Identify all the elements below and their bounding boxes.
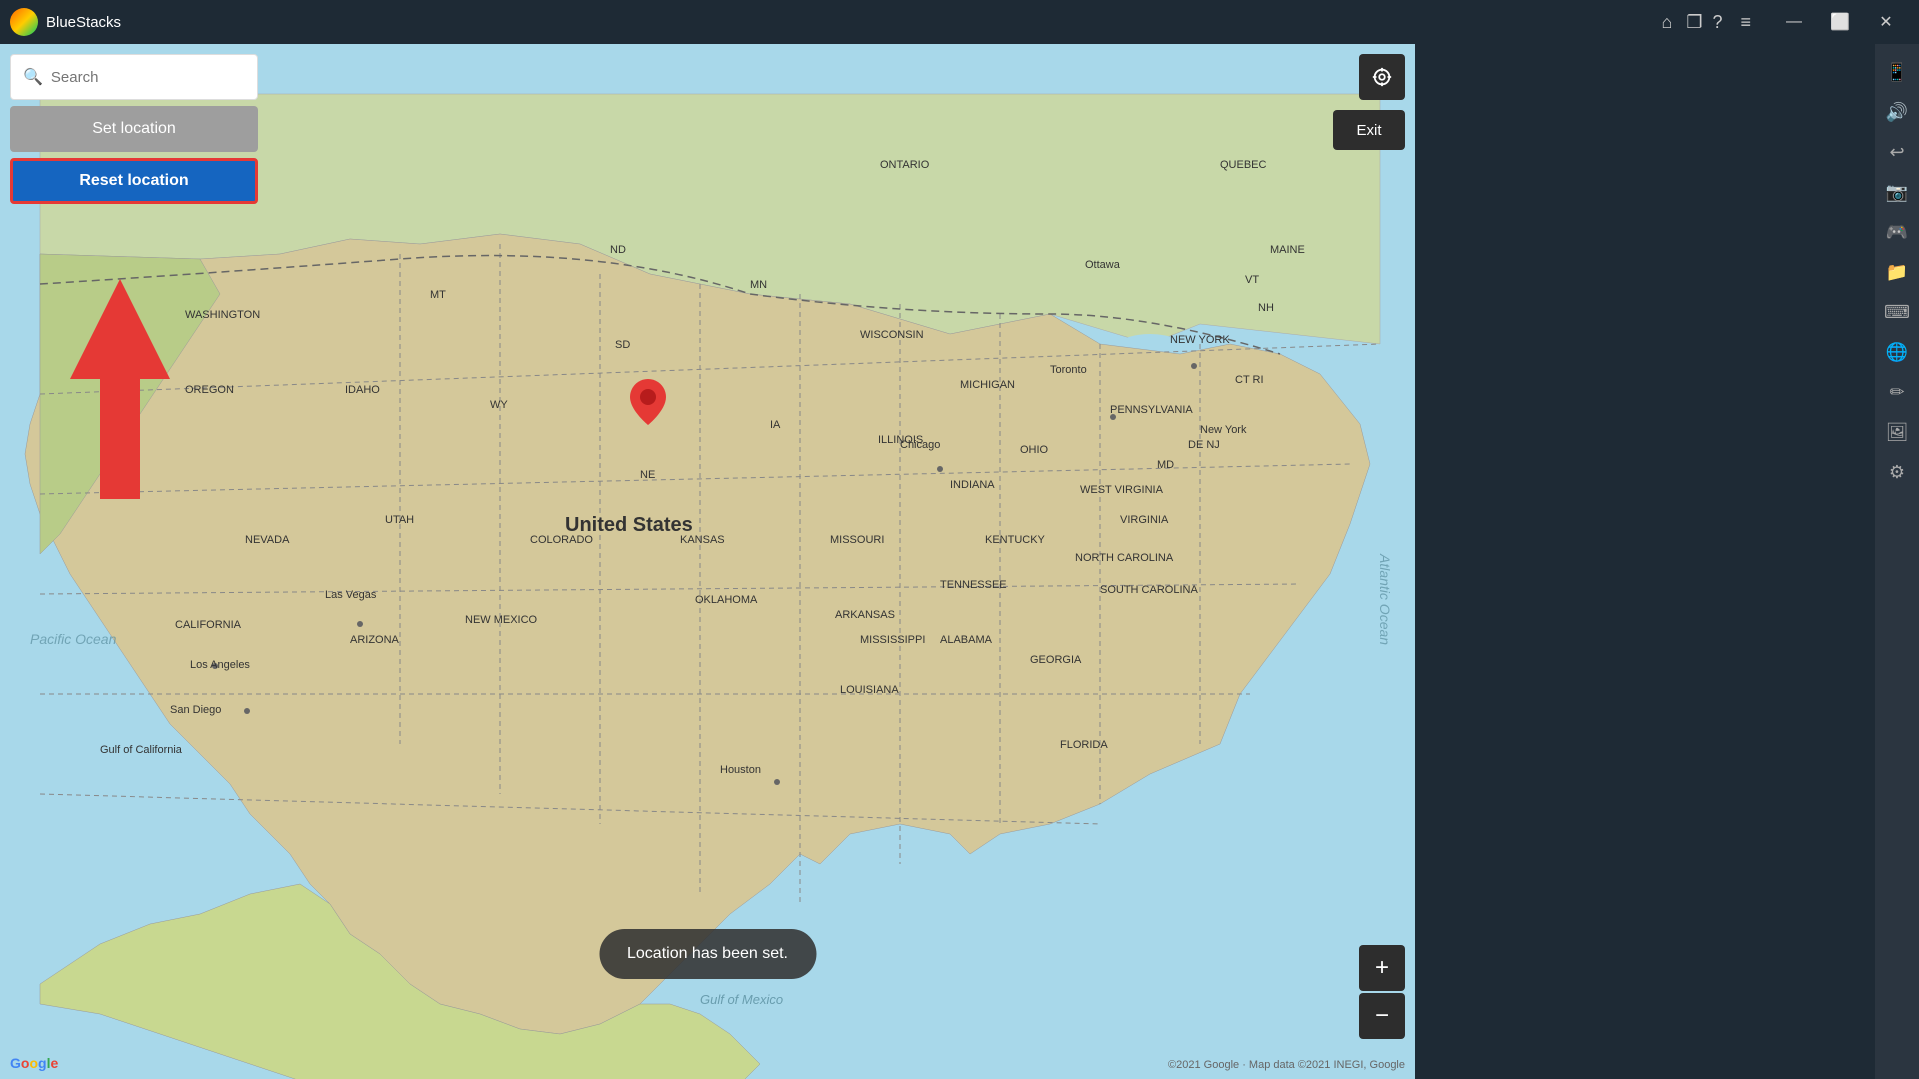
titlebar-nav-icons: ⌂ ❐ <box>1661 12 1702 33</box>
svg-text:Atlantic Ocean: Atlantic Ocean <box>1377 553 1393 645</box>
sidebar-icon-location[interactable]: 🌐 <box>1879 334 1915 370</box>
toast-notification: Location has been set. <box>599 929 816 979</box>
zoom-out-button[interactable]: − <box>1359 993 1405 1039</box>
sidebar-icon-screenshot[interactable]: 🖼 <box>1879 414 1915 450</box>
sidebar-icon-settings[interactable]: ⚙ <box>1879 454 1915 490</box>
close-button[interactable]: ✕ <box>1863 0 1909 44</box>
minimize-button[interactable]: — <box>1771 0 1817 44</box>
sidebar-icon-keyboard[interactable]: ⌨ <box>1879 294 1915 330</box>
arrow-annotation <box>60 279 180 499</box>
help-icon[interactable]: ? <box>1712 12 1722 33</box>
sidebar-icon-pen[interactable]: ✏ <box>1879 374 1915 410</box>
zoom-in-button[interactable]: + <box>1359 945 1405 991</box>
location-pin <box>630 379 666 430</box>
titlebar: BlueStacks ⌂ ❐ ? ≡ — ⬜ ✕ <box>0 0 1919 44</box>
google-logo: Google <box>10 1055 58 1071</box>
svg-text:Pacific Ocean: Pacific Ocean <box>30 631 117 647</box>
window-controls: ? ≡ — ⬜ ✕ <box>1712 0 1909 44</box>
search-input[interactable] <box>51 69 250 86</box>
menu-icon[interactable]: ≡ <box>1740 12 1751 33</box>
sidebar-icon-folder[interactable]: 📁 <box>1879 254 1915 290</box>
search-box[interactable]: 🔍 <box>10 54 258 100</box>
set-location-button[interactable]: Set location <box>10 106 258 152</box>
bluestacks-logo <box>10 8 38 36</box>
reset-location-button[interactable]: Reset location <box>10 158 258 204</box>
maximize-button[interactable]: ⬜ <box>1817 0 1863 44</box>
home-icon[interactable]: ⌂ <box>1661 12 1672 33</box>
search-icon: 🔍 <box>23 67 43 87</box>
sidebar-icon-volume[interactable]: 🔊 <box>1879 94 1915 130</box>
app-title: BlueStacks <box>46 14 1661 31</box>
map-controls: 🔍 Set location Reset location <box>10 54 258 204</box>
zoom-controls: + − <box>1359 945 1405 1039</box>
right-sidebar: 📱 🔊 ↩ 📷 🎮 📁 ⌨ 🌐 ✏ 🖼 ⚙ <box>1875 44 1919 1079</box>
copy-icon[interactable]: ❐ <box>1686 12 1702 33</box>
sidebar-icon-camera[interactable]: 📷 <box>1879 174 1915 210</box>
map-copyright: ©2021 Google · Map data ©2021 INEGI, Goo… <box>1168 1059 1405 1071</box>
exit-button[interactable]: Exit <box>1333 110 1405 150</box>
map[interactable]: Pacific Ocean Atlantic Ocean Gulf of Mex… <box>0 44 1415 1079</box>
svg-text:Gulf of Mexico: Gulf of Mexico <box>700 992 783 1007</box>
sidebar-icon-gamepad[interactable]: 🎮 <box>1879 214 1915 250</box>
sidebar-icon-rotate[interactable]: ↩ <box>1879 134 1915 170</box>
main-content: Pacific Ocean Atlantic Ocean Gulf of Mex… <box>0 44 1415 1079</box>
locate-button[interactable] <box>1359 54 1405 100</box>
sidebar-icon-phone[interactable]: 📱 <box>1879 54 1915 90</box>
